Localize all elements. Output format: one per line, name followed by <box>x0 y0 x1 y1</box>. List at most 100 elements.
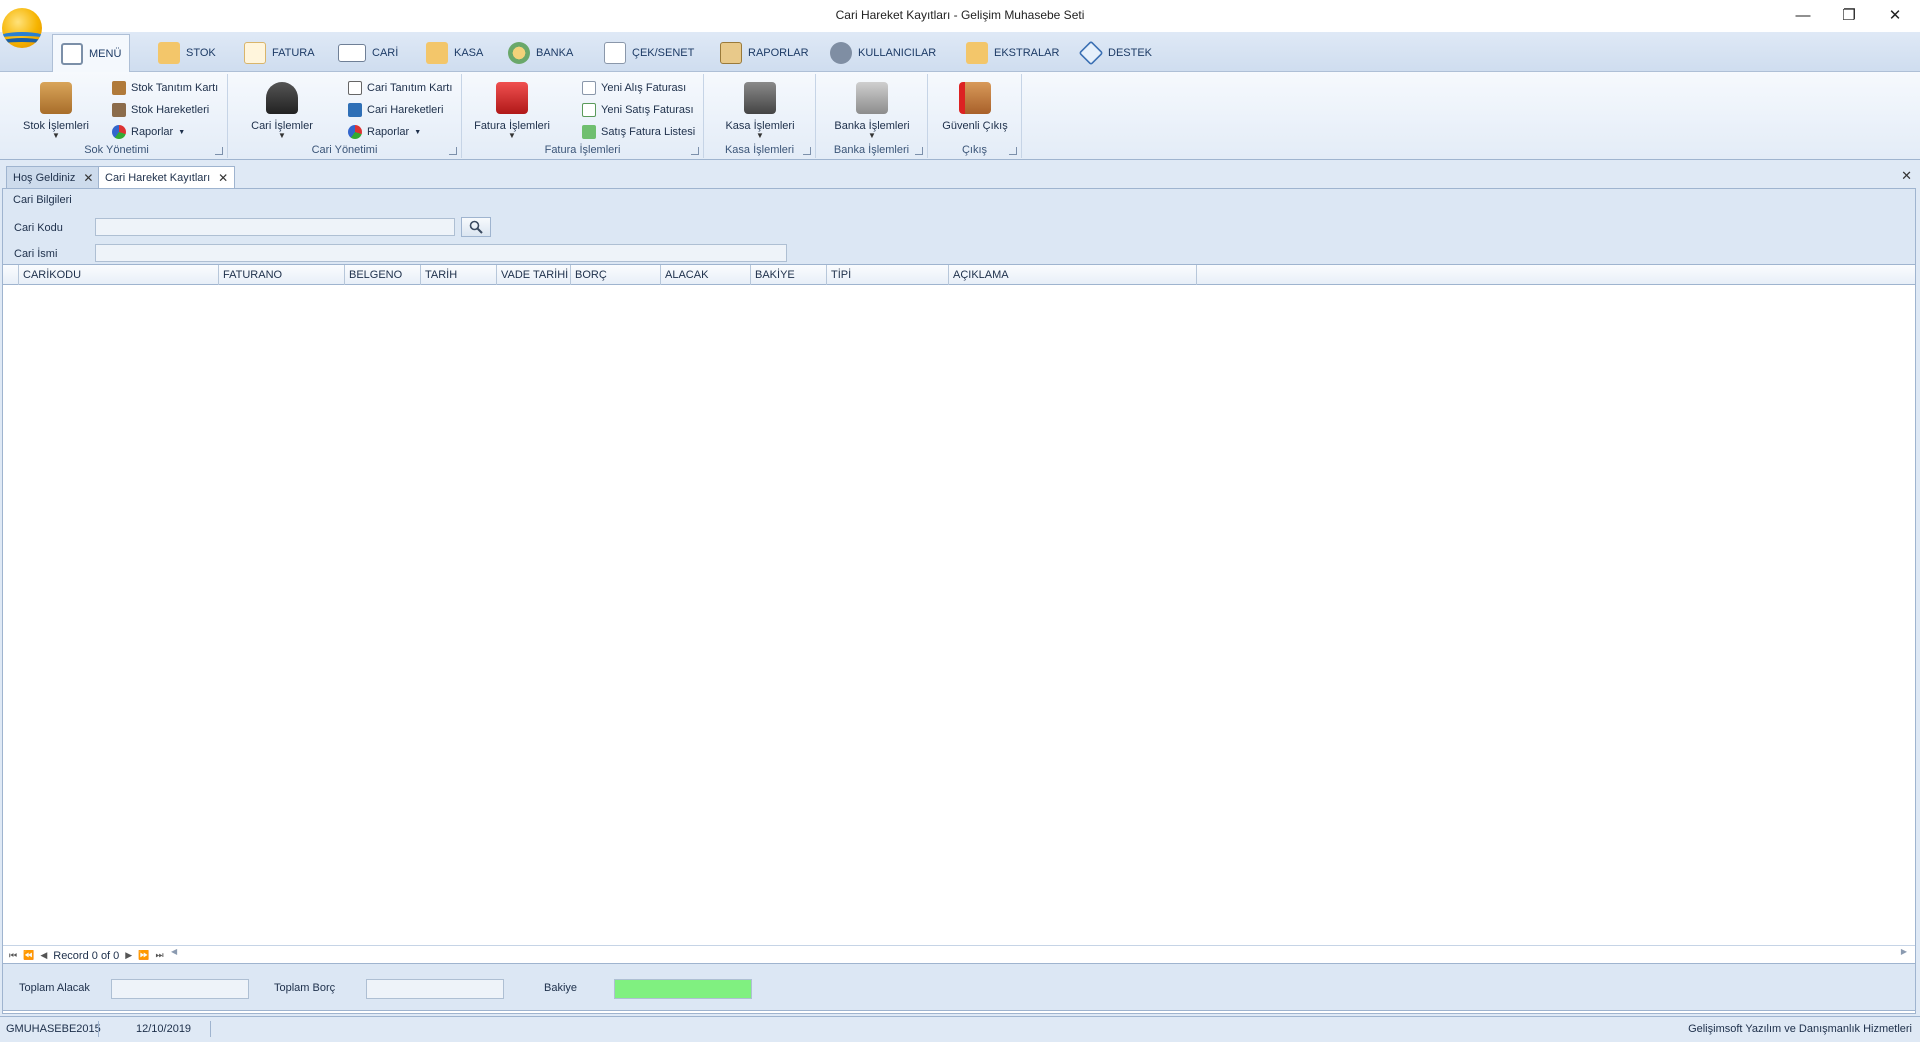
dialog-launcher-icon[interactable] <box>691 147 699 155</box>
kasa-islemleri-button[interactable]: Kasa İşlemleri ▼ <box>720 78 800 148</box>
bakiye-field[interactable] <box>614 979 752 999</box>
scroll-right-icon[interactable]: ▶ <box>1901 947 1907 956</box>
next-page-icon[interactable]: ⏩ <box>138 950 149 961</box>
button-label: Güvenli Çıkış <box>942 120 1008 132</box>
next-record-icon[interactable]: ▶ <box>125 950 132 961</box>
grid-body[interactable] <box>3 285 1915 945</box>
group-label: Çıkış <box>961 144 988 156</box>
ribbon-panel: Stok İşlemleri ▼ Stok Tanıtım Kartı Stok… <box>0 72 1920 160</box>
status-separator <box>98 1021 99 1037</box>
tab-kullanicilar[interactable]: KULLANICILAR <box>822 34 944 72</box>
stok-group: Stok İşlemleri ▼ Stok Tanıtım Kartı Stok… <box>6 74 228 158</box>
tab-raporlar[interactable]: RAPORLAR <box>712 34 817 72</box>
exit-door-icon <box>959 82 991 114</box>
stok-raporlar-button[interactable]: Raporlar ▼ <box>112 122 185 142</box>
tab-destek[interactable]: DESTEK <box>1072 34 1160 72</box>
minimize-icon[interactable]: — <box>1780 0 1826 30</box>
yeni-alis-faturasi-button[interactable]: Yeni Alış Faturası <box>582 78 686 98</box>
button-label: Raporlar <box>367 126 410 138</box>
tab-kasa[interactable]: KASA <box>418 34 491 72</box>
restore-icon[interactable]: ❐ <box>1826 0 1872 30</box>
column-header[interactable]: TARİH <box>421 265 497 285</box>
doc-tab-cari-hareket-kayitlari[interactable]: Cari Hareket Kayıtları ✕ <box>98 166 236 188</box>
tab-cari[interactable]: CARİ <box>330 34 406 72</box>
horizontal-scrollbar[interactable]: ◀ ▶ <box>171 947 1907 960</box>
group-label: Fatura İşlemleri <box>544 144 621 156</box>
last-record-icon[interactable]: ⏭ <box>155 950 163 961</box>
stok-hareketleri-button[interactable]: Stok Hareketleri <box>112 100 209 120</box>
extras-gear-icon <box>966 42 988 64</box>
dialog-launcher-icon[interactable] <box>915 147 923 155</box>
column-header[interactable]: CARİKODU <box>19 265 219 285</box>
search-button[interactable] <box>461 217 491 237</box>
close-all-tabs-icon[interactable]: ✕ <box>1901 168 1912 184</box>
dialog-launcher-icon[interactable] <box>449 147 457 155</box>
window-title: Cari Hareket Kayıtları - Gelişim Muhaseb… <box>835 8 1085 22</box>
fatura-islemleri-button[interactable]: Fatura İşlemleri ▼ <box>472 78 552 148</box>
doc-tab-hos-geldiniz[interactable]: Hoş Geldiniz ✕ <box>6 166 101 188</box>
previous-record-icon[interactable]: ◀ <box>40 950 47 961</box>
column-header[interactable]: AÇIKLAMA <box>949 265 1197 285</box>
first-record-icon[interactable]: ⏮ <box>9 950 17 961</box>
column-header[interactable]: ALACAK <box>661 265 751 285</box>
safe-icon <box>744 82 776 114</box>
invoice-list-icon <box>582 125 596 139</box>
tab-label: RAPORLAR <box>748 47 809 59</box>
button-label: Satış Fatura Listesi <box>601 126 696 138</box>
cari-tanitim-karti-button[interactable]: Cari Tanıtım Kartı <box>348 78 452 98</box>
box-small-icon <box>112 81 126 95</box>
tab-stok[interactable]: STOK <box>150 34 224 72</box>
close-tab-icon[interactable]: ✕ <box>218 171 228 185</box>
toplam-borc-field[interactable] <box>366 979 504 999</box>
dialog-launcher-icon[interactable] <box>215 147 223 155</box>
person-icon <box>266 82 298 114</box>
tab-ekstralar[interactable]: EKSTRALAR <box>958 34 1067 72</box>
tab-cek-senet[interactable]: ÇEK/SENET <box>596 34 702 72</box>
fatura-group: Fatura İşlemleri ▼ Yeni Alış Faturası Ye… <box>462 74 704 158</box>
tab-label: STOK <box>186 47 216 59</box>
status-separator <box>210 1021 211 1037</box>
button-label: Yeni Satış Faturası <box>601 104 694 116</box>
column-header[interactable]: FATURANO <box>219 265 345 285</box>
cari-islemler-button[interactable]: Cari İşlemler ▼ <box>242 78 322 148</box>
column-header[interactable]: BORÇ <box>571 265 661 285</box>
users-gear-icon <box>830 42 852 64</box>
tab-banka[interactable]: BANKA <box>500 34 581 72</box>
record-count: Record 0 of 0 <box>53 949 120 962</box>
column-header[interactable]: BAKİYE <box>751 265 827 285</box>
column-header[interactable]: TİPİ <box>827 265 949 285</box>
tab-label: KASA <box>454 47 484 59</box>
banka-islemleri-button[interactable]: Banka İşlemleri ▼ <box>832 78 912 148</box>
cari-kodu-field[interactable] <box>95 218 455 236</box>
purchase-invoice-icon <box>582 81 596 95</box>
button-label: Stok Tanıtım Kartı <box>131 82 219 94</box>
app-logo-icon[interactable] <box>2 8 42 48</box>
scroll-left-icon[interactable]: ◀ <box>171 947 177 956</box>
button-label: Raporlar <box>131 126 174 138</box>
toplam-alacak-field[interactable] <box>111 979 249 999</box>
cari-raporlar-button[interactable]: Raporlar ▼ <box>348 122 421 142</box>
column-header[interactable]: VADE TARİHİ <box>497 265 571 285</box>
previous-page-icon[interactable]: ⏪ <box>23 950 34 961</box>
column-header[interactable]: BELGENO <box>345 265 421 285</box>
tab-menu[interactable]: MENÜ <box>52 34 131 72</box>
stok-islemleri-button[interactable]: Stok İşlemleri ▼ <box>16 78 96 148</box>
stok-tanitim-karti-button[interactable]: Stok Tanıtım Kartı <box>112 78 218 98</box>
tab-fatura[interactable]: FATURA <box>236 34 323 72</box>
yeni-satis-faturasi-button[interactable]: Yeni Satış Faturası <box>582 100 694 120</box>
tab-label: KULLANICILAR <box>858 47 937 59</box>
dropdown-arrow-icon: ▼ <box>756 131 764 140</box>
tab-label: Cari Hareket Kayıtları <box>105 171 211 184</box>
tab-label: MENÜ <box>89 47 122 60</box>
close-icon[interactable]: ✕ <box>1872 0 1918 30</box>
close-tab-icon[interactable]: ✕ <box>83 171 93 185</box>
button-label: Stok Hareketleri <box>131 104 210 116</box>
tab-label: FATURA <box>272 47 315 59</box>
tab-label: DESTEK <box>1108 47 1153 59</box>
cari-ismi-field[interactable] <box>95 244 787 262</box>
dialog-launcher-icon[interactable] <box>1009 147 1017 155</box>
satis-fatura-listesi-button[interactable]: Satış Fatura Listesi <box>582 122 695 142</box>
dialog-launcher-icon[interactable] <box>803 147 811 155</box>
guvenli-cikis-button[interactable]: Güvenli Çıkış <box>935 78 1015 148</box>
cari-hareketleri-button[interactable]: Cari Hareketleri <box>348 100 443 120</box>
